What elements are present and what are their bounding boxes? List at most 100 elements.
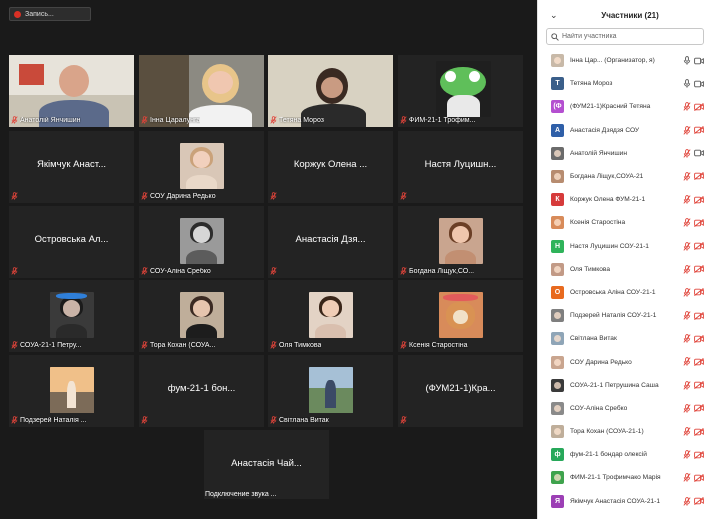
meeting-area: Запись... Анатолій Янчишин Інна Царалунга… bbox=[0, 0, 537, 519]
tile-name: СОУ-Аліна Сребко bbox=[150, 267, 211, 275]
mic-off-icon[interactable] bbox=[683, 125, 691, 135]
video-tile[interactable]: Тетяна Мороз bbox=[268, 55, 393, 127]
participant-row[interactable]: Подзерей Наталія СОУ-21-1 bbox=[538, 304, 707, 327]
video-tile[interactable]: Інна Царалунга bbox=[139, 55, 264, 127]
video-off-icon[interactable] bbox=[694, 334, 704, 343]
video-tile[interactable]: Якімчук Анаст... bbox=[9, 131, 134, 203]
participant-row[interactable]: Інна Цар... (Организатор, я) bbox=[538, 49, 707, 72]
video-off-icon[interactable] bbox=[694, 102, 704, 111]
tile-label: СОУ-Аліна Сребко bbox=[141, 266, 262, 276]
participant-row[interactable]: А Анастасія Дзядзя СОУ bbox=[538, 119, 707, 142]
tile-label: Богдана Ліщук,СО... bbox=[400, 266, 521, 276]
mic-off-icon[interactable] bbox=[683, 403, 691, 413]
video-tile[interactable]: Тора Кохан (СОУА... bbox=[139, 280, 264, 352]
video-tile[interactable]: Островська Ал... bbox=[9, 206, 134, 278]
participant-row[interactable]: О Островська Аліна СОУ-21-1 bbox=[538, 281, 707, 304]
mic-icon[interactable] bbox=[683, 79, 691, 88]
mic-off-icon[interactable] bbox=[683, 172, 691, 181]
mic-off-icon[interactable] bbox=[683, 334, 691, 343]
mic-off-icon[interactable] bbox=[683, 427, 691, 436]
video-off-icon[interactable] bbox=[694, 265, 704, 274]
participant-row[interactable]: СОУ-Аліна Сребко bbox=[538, 397, 707, 420]
mic-off-icon[interactable] bbox=[683, 148, 691, 158]
mic-off-icon bbox=[141, 192, 148, 200]
video-off-icon[interactable] bbox=[694, 311, 704, 320]
mic-off-icon bbox=[400, 267, 407, 275]
video-off-icon[interactable] bbox=[694, 427, 704, 436]
video-off-icon[interactable] bbox=[694, 218, 704, 227]
participant-row[interactable]: Богдана Ліщук,СОУА-21 bbox=[538, 165, 707, 188]
video-tile[interactable]: фум-21-1 бон... bbox=[139, 355, 264, 427]
mic-off-icon[interactable] bbox=[683, 102, 691, 112]
participant-row[interactable]: Т Тетяна Мороз bbox=[538, 72, 707, 95]
video-tile[interactable]: Настя Луцишн... bbox=[398, 131, 523, 203]
video-tile[interactable]: Анастасія Дзя... bbox=[268, 206, 393, 278]
video-tile[interactable]: Подзерей Наталія ... bbox=[9, 355, 134, 427]
mic-off-icon[interactable] bbox=[683, 357, 691, 367]
video-tile[interactable]: Богдана Ліщук,СО... bbox=[398, 206, 523, 278]
mic-off-icon bbox=[11, 267, 18, 275]
mic-off-icon[interactable] bbox=[683, 450, 691, 459]
video-feed bbox=[438, 218, 483, 264]
video-off-icon[interactable] bbox=[694, 450, 704, 459]
search-input[interactable] bbox=[562, 33, 702, 40]
mic-off-icon[interactable] bbox=[683, 311, 691, 320]
participant-row[interactable]: СОУ Дарина Редько bbox=[538, 350, 707, 373]
mic-off-icon[interactable] bbox=[683, 195, 691, 204]
video-off-icon[interactable] bbox=[694, 288, 704, 297]
mic-off-icon[interactable] bbox=[683, 264, 691, 274]
avatar bbox=[551, 401, 564, 415]
participant-row[interactable]: Оля Тимкова bbox=[538, 258, 707, 281]
participant-row[interactable]: Світлана Витак bbox=[538, 327, 707, 350]
mic-off-icon[interactable] bbox=[683, 380, 691, 390]
video-tile[interactable]: (ФУМ21-1)Кра... bbox=[398, 355, 523, 427]
mic-icon[interactable] bbox=[683, 56, 691, 65]
participant-row[interactable]: Тора Кохан (СОУА-21-1) bbox=[538, 420, 707, 443]
video-camera-icon[interactable] bbox=[694, 57, 704, 65]
participant-row[interactable]: Н Настя Луцишин СОУ-21-1 bbox=[538, 235, 707, 258]
mic-off-icon[interactable] bbox=[683, 218, 691, 227]
participant-row[interactable]: Ксенія Старостіна bbox=[538, 211, 707, 234]
video-tile[interactable]: Коржук Олена ... bbox=[268, 131, 393, 203]
video-tile[interactable]: СОУ Дарина Редько bbox=[139, 131, 264, 203]
video-off-icon[interactable] bbox=[694, 357, 704, 366]
video-off-icon[interactable] bbox=[694, 195, 704, 204]
video-tile[interactable]: Анатолій Янчишин bbox=[9, 55, 134, 127]
video-off-icon[interactable] bbox=[694, 172, 704, 181]
video-off-icon[interactable] bbox=[694, 381, 704, 390]
participant-status-icons bbox=[683, 357, 704, 367]
video-off-icon[interactable] bbox=[694, 473, 704, 482]
tile-label: Ксенія Старостіна bbox=[400, 340, 521, 350]
video-camera-icon[interactable] bbox=[694, 80, 704, 88]
mic-off-icon[interactable] bbox=[683, 473, 691, 483]
video-off-icon[interactable] bbox=[694, 404, 704, 413]
participant-row[interactable]: Анатолій Янчишин bbox=[538, 142, 707, 165]
participant-row[interactable]: СОУА-21-1 Петрушина Саша bbox=[538, 374, 707, 397]
participant-name-center: (ФУМ21-1)Кра... bbox=[425, 383, 496, 394]
participant-row[interactable]: Я Якімчук Анастасія СОУА-21-1 bbox=[538, 490, 707, 513]
mic-off-icon[interactable] bbox=[683, 496, 691, 506]
participant-row[interactable]: (Ф (ФУМ21-1)Красний Тетяна bbox=[538, 95, 707, 118]
mic-off-icon bbox=[270, 192, 277, 200]
participant-search[interactable] bbox=[546, 28, 704, 45]
video-tile[interactable]: Ксенія Старостіна bbox=[398, 280, 523, 352]
video-tile[interactable]: СОУА-21-1 Петру... bbox=[9, 280, 134, 352]
video-camera-icon[interactable] bbox=[694, 149, 704, 157]
video-tile[interactable]: Анастасія Чай... bbox=[204, 430, 329, 499]
participant-row[interactable]: ф фум-21-1 бондар олексій bbox=[538, 443, 707, 466]
participant-row[interactable]: ФИМ-21-1 Трофимчако Марія bbox=[538, 466, 707, 489]
video-tile[interactable]: СОУ-Аліна Сребко bbox=[139, 206, 264, 278]
video-tile[interactable]: ФИМ-21-1 Трофим... bbox=[398, 55, 523, 127]
mic-off-icon[interactable] bbox=[683, 241, 691, 251]
recording-indicator[interactable]: Запись... bbox=[9, 7, 91, 21]
video-off-icon[interactable] bbox=[694, 497, 704, 506]
video-tile[interactable]: Світлана Витак bbox=[268, 355, 393, 427]
video-off-icon[interactable] bbox=[694, 242, 704, 250]
avatar: Т bbox=[551, 77, 564, 91]
video-off-icon[interactable] bbox=[694, 126, 704, 135]
video-tile[interactable]: Оля Тимкова bbox=[268, 280, 393, 352]
participant-row[interactable]: К Коржук Олена ФУМ-21-1 bbox=[538, 188, 707, 211]
avatar bbox=[551, 332, 564, 346]
mic-off-icon[interactable] bbox=[683, 288, 691, 297]
participant-name: Інна Цар... (Организатор, я) bbox=[570, 57, 655, 65]
